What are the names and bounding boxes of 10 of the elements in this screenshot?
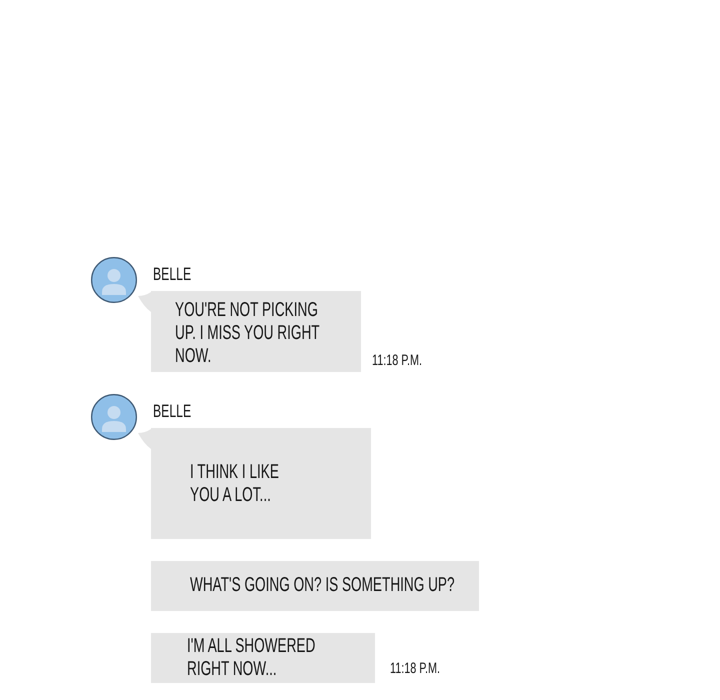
avatar-icon — [91, 394, 137, 440]
message-text: I THINK I LIKE YOU A LOT... — [190, 461, 279, 507]
sender-name: BELLE — [153, 400, 192, 423]
message-text: YOU'RE NOT PICKING UP. I MISS YOU RIGHT NOW. — [175, 299, 320, 368]
avatar-icon — [91, 257, 137, 303]
message-time: 11:18 P.M. — [372, 352, 423, 369]
sender-name: BELLE — [153, 263, 192, 286]
message-text: WHAT'S GOING ON? IS SOMETHING UP? — [190, 574, 455, 597]
message-text: I'M ALL SHOWERED RIGHT NOW... — [187, 635, 316, 681]
message-time: 11:18 P.M. — [390, 660, 440, 677]
